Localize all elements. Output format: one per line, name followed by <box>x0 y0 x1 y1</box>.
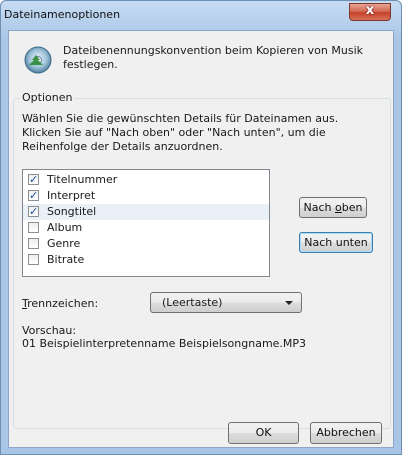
options-instructions: Wählen Sie die gewünschten Details für D… <box>22 112 339 153</box>
music-cd-icon <box>24 46 52 74</box>
checkbox[interactable] <box>28 204 39 220</box>
list-item[interactable]: Album <box>23 220 269 236</box>
window-title: Dateinamenoptionen <box>4 8 121 21</box>
separator-value: (Leertaste) <box>162 296 223 309</box>
dialog-window: Dateinamenoptionen x Dateibenennungskonv… <box>0 0 402 455</box>
list-item[interactable]: Genre <box>23 236 269 252</box>
preview-label: Vorschau: <box>22 324 77 337</box>
move-down-button[interactable]: Nach unten <box>299 232 373 253</box>
details-listbox[interactable]: Titelnummer Interpret Songtitel Album Ge… <box>22 169 270 277</box>
list-item-label: Bitrate <box>47 253 85 266</box>
header-description: Dateibenennungskonvention beim Kopieren … <box>63 44 363 71</box>
move-up-accelerator: o <box>335 201 342 214</box>
checkbox[interactable] <box>28 172 39 188</box>
dialog-client-area: Dateibenennungskonvention beim Kopieren … <box>8 30 394 448</box>
list-item-label: Interpret <box>47 189 96 202</box>
separator-select[interactable]: (Leertaste) <box>150 292 302 313</box>
ok-button[interactable]: OK <box>228 422 299 444</box>
options-groupbox: Optionen Wählen Sie die gewünschten Deta… <box>13 91 391 429</box>
list-item-label: Album <box>47 221 83 234</box>
checkbox[interactable] <box>28 222 39 233</box>
list-item-label: Songtitel <box>47 205 97 218</box>
close-button[interactable]: x <box>349 3 391 21</box>
list-item-label: Titelnummer <box>47 173 118 186</box>
options-group-label: Optionen <box>20 91 75 104</box>
list-item[interactable]: Songtitel <box>23 204 269 220</box>
list-item-label: Genre <box>47 237 81 250</box>
close-icon: x <box>365 3 375 18</box>
separator-label: Trennzeichen: <box>22 297 98 310</box>
separator-label-post: rennzeichen: <box>27 297 99 310</box>
move-up-button[interactable]: Nach oben <box>299 197 367 218</box>
checkbox[interactable] <box>28 238 39 249</box>
preview-text: 01 Beispielinterpretenname Beispielsongn… <box>22 337 307 350</box>
move-up-label-post: ben <box>341 201 363 214</box>
list-item[interactable]: Titelnummer <box>23 172 269 188</box>
chevron-down-icon <box>285 301 293 305</box>
checkbox[interactable] <box>28 188 39 204</box>
title-bar[interactable]: Dateinamenoptionen x <box>1 1 401 31</box>
list-item[interactable]: Interpret <box>23 188 269 204</box>
checkbox[interactable] <box>28 254 39 265</box>
cancel-button[interactable]: Abbrechen <box>310 422 382 444</box>
move-up-label-pre: Nach <box>303 201 336 214</box>
list-item[interactable]: Bitrate <box>23 252 269 268</box>
